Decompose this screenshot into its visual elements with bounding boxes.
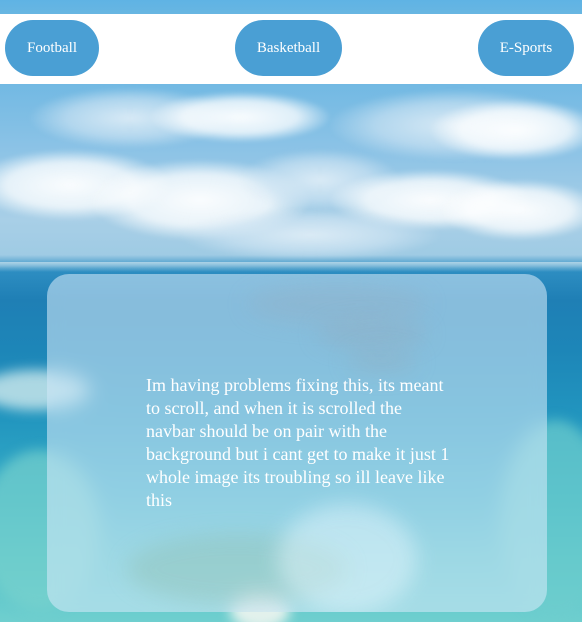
message-card: Im having problems fixing this, its mean… [47,274,547,612]
navbar: Football Basketball E-Sports [0,14,582,84]
card-message: Im having problems fixing this, its mean… [146,375,450,510]
nav-button-esports[interactable]: E-Sports [478,20,574,76]
nav-button-basketball[interactable]: Basketball [235,20,342,76]
nav-button-football[interactable]: Football [5,20,99,76]
